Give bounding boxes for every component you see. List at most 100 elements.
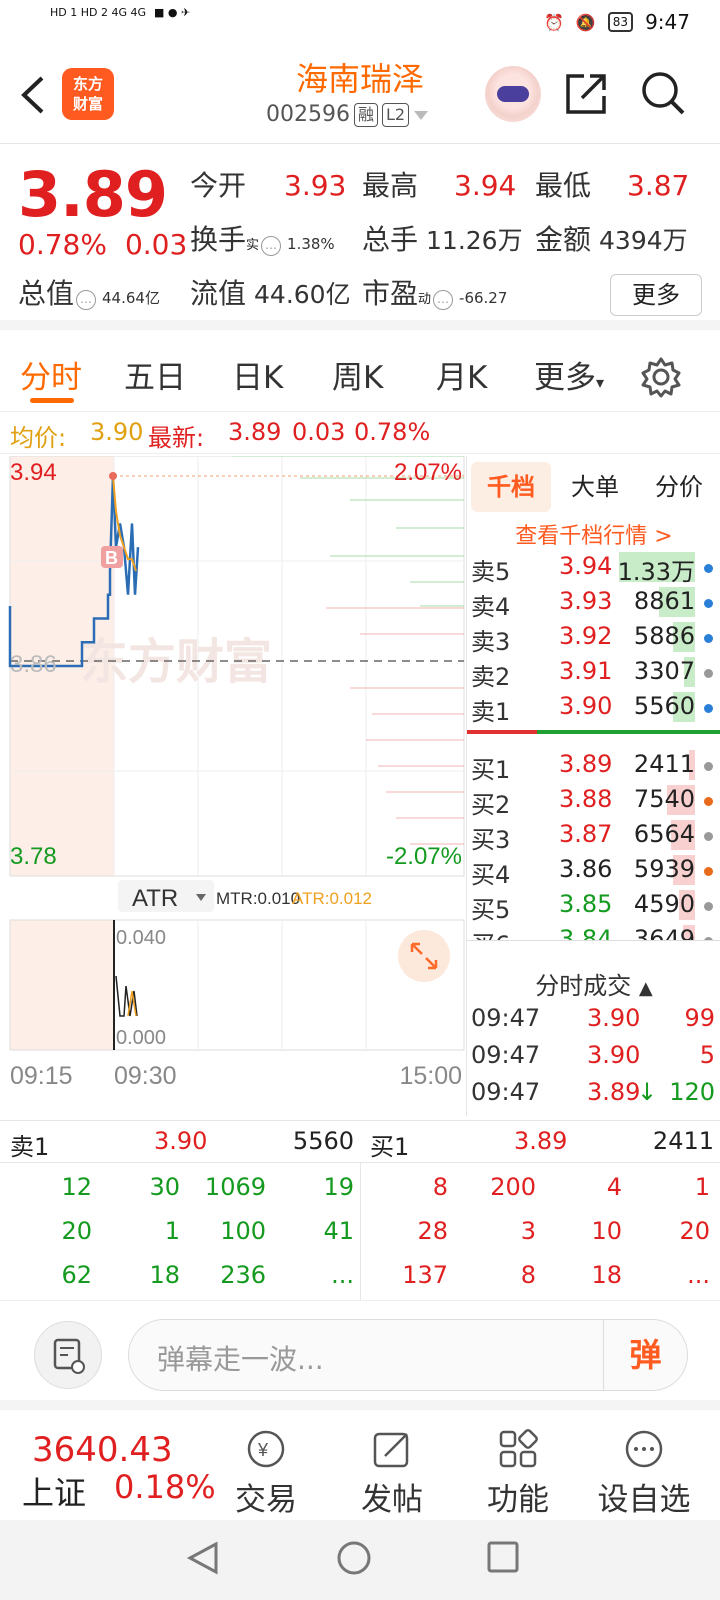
- queue-cell: 100: [220, 1217, 266, 1245]
- latest-label: 最新:: [148, 424, 205, 452]
- queue-cell: 3: [520, 1217, 536, 1245]
- status-bar: HD 1 HD 2 4G 4G ■ ● ✈ ⏰ 🔕 83 9:47: [0, 0, 720, 44]
- high-value: 3.94: [454, 169, 517, 202]
- tick-row: 09:47 3.90 5: [467, 1041, 720, 1077]
- queue-cell: 18: [591, 1261, 622, 1289]
- more-button[interactable]: 更多: [610, 274, 702, 316]
- bid-level-row[interactable]: 买2 3.88 7540: [467, 783, 720, 819]
- tick-arrow-icon: ↓: [637, 1078, 658, 1106]
- recents-square-icon[interactable]: [486, 1540, 520, 1574]
- bottom-nav: 3640.43 上证 0.18% ¥ 交易 发帖 功能 设自选: [0, 1420, 720, 1520]
- nav-add-watchlist[interactable]: 设自选: [584, 1420, 704, 1519]
- low-label: 最低: [535, 169, 592, 202]
- info-icon[interactable]: …: [433, 290, 454, 310]
- margin-tag: 融: [353, 102, 378, 127]
- bid-level-row[interactable]: 买1 3.89 2411: [467, 748, 720, 784]
- tab-weekly-k[interactable]: 周K: [332, 352, 383, 397]
- nav-functions[interactable]: 功能: [458, 1420, 578, 1519]
- x-label-close: 15:00: [399, 1062, 462, 1090]
- ind-y-top: 0.040: [116, 927, 166, 949]
- queue-cell: 20: [61, 1217, 92, 1245]
- tab-five-day[interactable]: 五日: [124, 352, 186, 397]
- divider: [467, 940, 720, 941]
- settings-gear-icon[interactable]: [640, 356, 682, 398]
- tick-price: 3.89: [587, 1078, 641, 1106]
- battery-icon: 83: [607, 12, 634, 32]
- danmu-input[interactable]: 弹幕走一波... 弹: [128, 1319, 688, 1391]
- volume-value: 11.26万: [426, 226, 523, 255]
- back-triangle-icon[interactable]: [186, 1540, 220, 1576]
- ticks-title-label: 分时成交: [535, 972, 632, 1000]
- chart-svg[interactable]: 东方财富 B 3.94 3.86 3.78 2.07% -2.07% ATR M…: [0, 455, 466, 1116]
- queue-cell: 12: [61, 1173, 92, 1201]
- current-price: 3.89: [18, 158, 168, 231]
- period-tabs: 分时 五日 日K 周K 月K 更多▾: [0, 340, 720, 412]
- avg-price-bar: 均价: 3.90 最新: 3.89 0.03 0.78%: [0, 414, 720, 454]
- level-price: 3.86: [559, 855, 613, 883]
- tick-time: 09:47: [471, 1041, 541, 1069]
- tab-intraday[interactable]: 分时: [20, 352, 82, 397]
- status-left: HD 1 HD 2 4G 4G ■ ● ✈: [50, 6, 190, 19]
- system-nav-bar: [0, 1520, 720, 1600]
- info-icon[interactable]: …: [261, 236, 282, 256]
- danmu-button[interactable]: 弹: [603, 1320, 687, 1390]
- tick-row: 09:47 3.89 ↓ 120: [467, 1078, 720, 1114]
- bid-level-row[interactable]: 买6 3.84 3649: [467, 923, 720, 940]
- indicator-line: [115, 975, 138, 1017]
- ticks-title[interactable]: 分时成交 ▲: [467, 966, 720, 1001]
- open-label: 今开: [190, 169, 247, 202]
- share-icon[interactable]: [564, 70, 610, 116]
- intraday-chart[interactable]: 东方财富 B 3.94 3.86 3.78 2.07% -2.07% ATR M…: [0, 455, 466, 1116]
- queue-cell: 4: [606, 1173, 622, 1201]
- info-icon[interactable]: …: [76, 290, 97, 310]
- tick-volume: 120: [669, 1078, 715, 1106]
- search-icon[interactable]: [640, 70, 686, 116]
- stock-code-row[interactable]: 002596 融 L2: [266, 102, 429, 127]
- index-name: 上证: [22, 1474, 87, 1512]
- danmu-placeholder: 弹幕走一波...: [157, 1343, 324, 1376]
- tab-active-indicator: [30, 398, 74, 403]
- mtr-label: MTR:0.010: [216, 889, 300, 908]
- comment-bar: 弹幕走一波... 弹: [0, 1300, 720, 1410]
- comment-settings-icon[interactable]: [34, 1321, 102, 1389]
- level-label: 买1: [471, 756, 511, 784]
- signal-indicators: HD 1 HD 2 4G 4G: [50, 6, 147, 19]
- bid-level-row[interactable]: 买3 3.87 6564: [467, 818, 720, 854]
- message-icon: ■ ● ✈: [154, 6, 191, 19]
- clock: 9:47: [645, 10, 690, 34]
- amount-value: 4394万: [599, 226, 688, 255]
- y-mid-label: 3.86: [10, 651, 57, 678]
- level-volume: 5939: [633, 855, 695, 883]
- index-ticker[interactable]: 3640.43 上证 0.18%: [0, 1420, 216, 1520]
- queue-divider: [360, 1163, 361, 1301]
- level-price: 3.87: [559, 820, 613, 848]
- high-point: [109, 472, 117, 480]
- tab-daily-k[interactable]: 日K: [232, 352, 283, 397]
- buy-marker: B: [105, 548, 118, 568]
- turnover-sup: 实: [246, 238, 260, 253]
- queue-cell: 8: [432, 1173, 448, 1201]
- bid-level-row[interactable]: 买4 3.86 5939: [467, 853, 720, 889]
- tick-row: 09:47 3.90 99: [467, 1004, 720, 1040]
- index-value: 3640.43: [32, 1430, 173, 1470]
- avg-label: 均价:: [10, 424, 67, 452]
- quote-panel: 3.89 0.78% 0.03 今开 3.93 最高 3.94 最低 3.87 …: [0, 144, 720, 330]
- assistant-avatar[interactable]: [485, 66, 541, 122]
- home-circle-icon[interactable]: [336, 1540, 372, 1576]
- order-book: 千档 大单 分价 查看千档行情 > 卖5 3.94 1.33万 卖4 3.93 8861 卖…: [466, 456, 720, 1116]
- x-label-start: 09:15: [10, 1062, 73, 1090]
- indicator-pre-shade: [10, 920, 114, 1050]
- status-right: ⏰ 🔕 83 9:47: [544, 10, 690, 34]
- latest-pct: 0.78%: [354, 418, 431, 446]
- edit-icon: [373, 1432, 409, 1468]
- nav-trade[interactable]: ¥ 交易: [206, 1420, 326, 1519]
- tab-more[interactable]: 更多▾: [534, 352, 604, 397]
- tab-monthly-k[interactable]: 月K: [436, 352, 487, 397]
- float-label: 流值: [190, 277, 247, 310]
- nav-post[interactable]: 发帖: [332, 1420, 452, 1519]
- dropdown-icon: [414, 110, 429, 120]
- level-label: 买4: [471, 861, 511, 889]
- trade-icon: ¥: [247, 1430, 285, 1468]
- level-price: 3.84: [559, 925, 613, 940]
- bid-level-row[interactable]: 买5 3.85 4590: [467, 888, 720, 924]
